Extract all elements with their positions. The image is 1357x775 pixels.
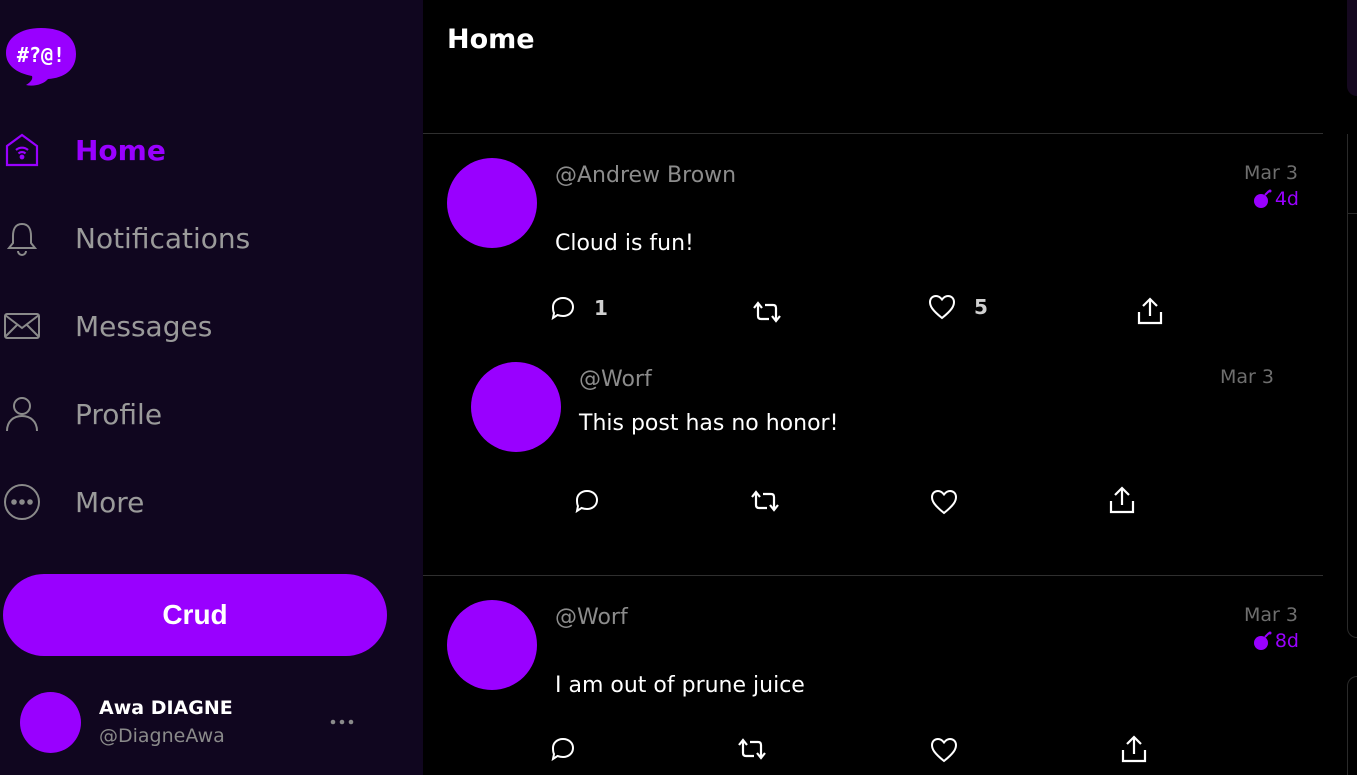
repost-button[interactable] [752, 298, 782, 326]
post-age: 8d [1251, 630, 1299, 652]
avatar[interactable] [471, 362, 561, 452]
share-icon [1109, 486, 1135, 514]
right-panel-edge [1323, 0, 1357, 775]
sidebar-item-label: Profile [75, 397, 163, 431]
panel-edge [1347, 134, 1357, 214]
sidebar-item-home[interactable]: Home [0, 125, 166, 175]
search-panel-edge [1347, 0, 1357, 96]
share-icon [1137, 297, 1163, 325]
sidebar-item-notifications[interactable]: Notifications [0, 213, 250, 263]
like-button[interactable]: 5 [928, 294, 988, 320]
share-button[interactable] [1136, 296, 1164, 326]
more-circle-icon [2, 482, 42, 522]
sidebar-item-profile[interactable]: Profile [0, 389, 162, 439]
sidebar-item-more[interactable]: More [0, 477, 144, 527]
home-icon [2, 130, 42, 170]
post-author[interactable]: @Andrew Brown [555, 163, 736, 188]
avatar[interactable] [447, 158, 537, 248]
sidebar: #?@! Home Notifications Messages Profile… [0, 0, 423, 775]
post-date: Mar 3 [1244, 604, 1298, 626]
more-dots-icon[interactable] [328, 712, 358, 732]
like-count: 5 [974, 295, 988, 319]
post-date: Mar 3 [1220, 366, 1274, 388]
reply-button[interactable]: 1 [550, 295, 608, 321]
sidebar-item-label: More [75, 485, 145, 519]
share-icon [1121, 735, 1147, 763]
reply-button[interactable] [550, 736, 576, 762]
repost-icon [751, 490, 779, 512]
share-button[interactable] [1108, 485, 1136, 515]
post[interactable]: @Andrew Brown Mar 3 4d Cloud is fun! 1 5… [423, 134, 1323, 576]
feed-header: Home [423, 0, 1323, 134]
repost-button[interactable] [737, 735, 767, 763]
post-text: I am out of prune juice [555, 673, 805, 698]
heart-icon [930, 489, 958, 515]
share-button[interactable] [1120, 734, 1148, 764]
post-age-value: 8d [1274, 630, 1299, 652]
panel-edge [1347, 214, 1357, 638]
speech-bubble-logo-icon: #?@! [6, 28, 76, 86]
reply-count: 1 [594, 296, 608, 320]
logo-text: #?@! [17, 43, 65, 67]
reply-icon [551, 296, 575, 321]
bell-icon [2, 218, 42, 258]
logo[interactable]: #?@! [4, 26, 78, 88]
like-button[interactable] [930, 489, 958, 515]
person-icon [2, 394, 42, 434]
envelope-icon [2, 306, 42, 346]
repost-icon [753, 301, 781, 323]
post-date: Mar 3 [1244, 162, 1298, 184]
reply-icon [551, 737, 575, 762]
sidebar-item-label: Messages [75, 309, 213, 343]
panel-edge [1347, 676, 1357, 775]
post-age: 4d [1251, 188, 1299, 210]
bomb-icon [1253, 189, 1272, 208]
account-name: Awa DIAGNE [99, 697, 233, 719]
account-handle: @DiagneAwa [99, 725, 225, 747]
like-button[interactable] [930, 737, 958, 763]
sidebar-item-label: Home [75, 133, 166, 167]
reply-icon [575, 489, 599, 514]
reply-button[interactable] [574, 488, 600, 514]
bomb-icon [1253, 631, 1272, 650]
sidebar-item-messages[interactable]: Messages [0, 301, 212, 351]
avatar[interactable] [447, 600, 537, 690]
repost-button[interactable] [750, 487, 780, 515]
post-age-value: 4d [1274, 188, 1299, 210]
account-switcher[interactable]: Awa DIAGNE @DiagneAwa [20, 690, 370, 754]
repost-icon [738, 738, 766, 760]
page-title: Home [447, 24, 535, 55]
sidebar-item-label: Notifications [75, 221, 251, 255]
avatar [20, 691, 81, 753]
post[interactable]: @Worf Mar 3 8d I am out of prune juice [423, 576, 1323, 775]
main-feed: Home @Andrew Brown Mar 3 4d Cloud is fun… [423, 0, 1323, 775]
post-author[interactable]: @Worf [579, 367, 652, 392]
post-text: Cloud is fun! [555, 231, 694, 256]
heart-icon [930, 737, 958, 763]
post-text: This post has no honor! [579, 411, 839, 436]
crud-button[interactable]: Crud [3, 574, 387, 656]
heart-icon [928, 294, 956, 320]
post-author[interactable]: @Worf [555, 605, 628, 630]
